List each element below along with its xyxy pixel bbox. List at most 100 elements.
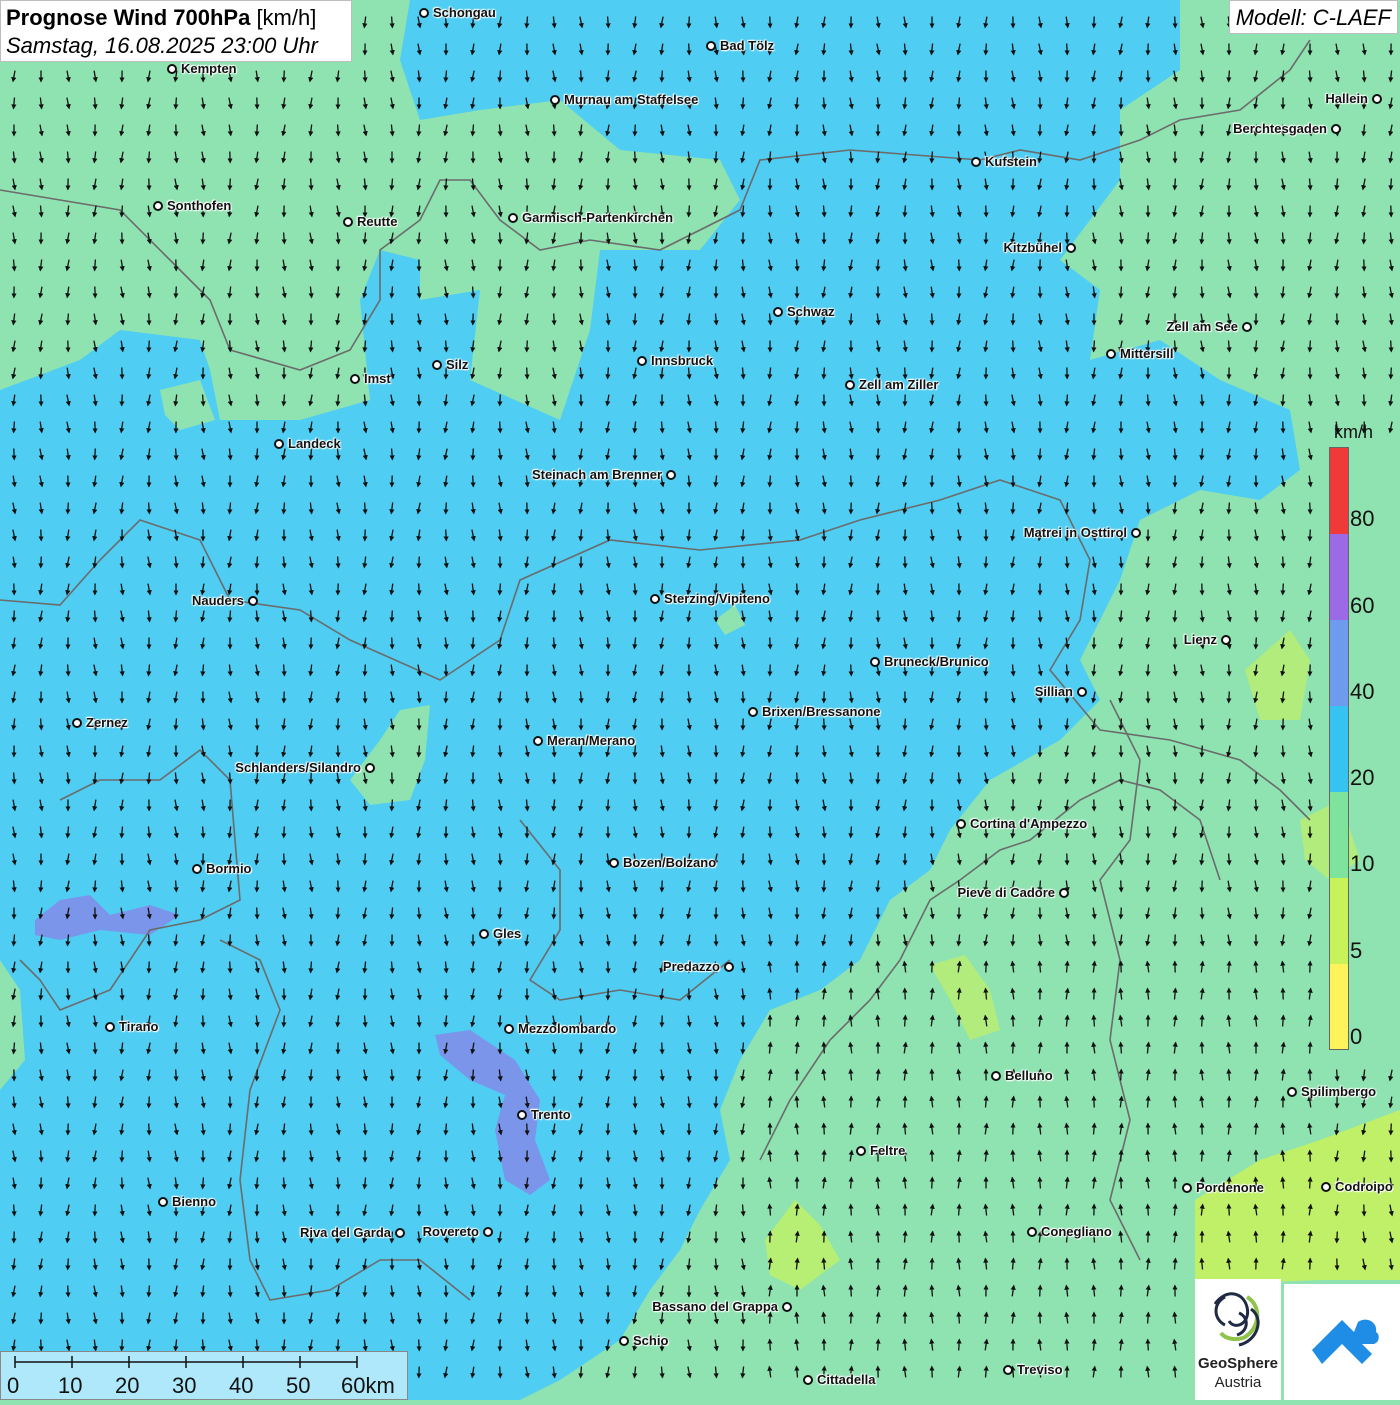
wind-arrow: [230, 1124, 231, 1135]
wind-arrow: [1148, 1205, 1149, 1216]
wind-arrow: [905, 719, 906, 730]
wind-arrow: [986, 395, 987, 406]
wind-arrow: [500, 395, 501, 406]
wind-arrow: [176, 1043, 177, 1054]
wind-arrow: [338, 746, 339, 757]
city-label: Belluno: [1005, 1068, 1053, 1083]
wind-arrow: [284, 1016, 285, 1027]
wind-arrow: [1121, 881, 1122, 892]
wind-arrow: [203, 827, 204, 838]
wind-arrow: [608, 368, 609, 379]
wind-arrow: [689, 989, 690, 1000]
wind-arrow: [392, 17, 393, 28]
legend-color-bar: [1329, 447, 1349, 1050]
legend-label-0: 0: [1350, 1026, 1362, 1048]
wind-arrow: [581, 1367, 582, 1378]
wind-arrow: [662, 1043, 663, 1054]
wind-arrow: [1202, 1016, 1203, 1027]
geosphere-name: GeoSphere: [1195, 1355, 1281, 1372]
wind-arrow: [554, 908, 555, 919]
wind-arrow: [257, 287, 258, 298]
wind-arrow: [554, 287, 555, 298]
wind-arrow: [1121, 125, 1122, 136]
city-label: Brixen/Bressanone: [762, 704, 881, 719]
wind-arrow: [1310, 692, 1311, 703]
wind-arrow: [986, 557, 987, 568]
legend-label-60: 60: [1350, 595, 1374, 617]
wind-arrow: [608, 962, 609, 973]
wind-arrow: [473, 476, 474, 487]
wind-arrow: [311, 800, 312, 811]
wind-arrow: [1391, 368, 1392, 379]
wind-arrow: [1013, 1151, 1014, 1162]
wind-arrow: [311, 179, 312, 190]
wind-arrow: [149, 1286, 150, 1297]
wind-arrow: [338, 125, 339, 136]
wind-arrow: [1202, 125, 1203, 136]
wind-arrow: [1094, 179, 1095, 190]
city-dot-icon: [1027, 1227, 1037, 1237]
wind-arrow: [608, 17, 609, 28]
geosphere-logo[interactable]: GeoSphere Austria: [1195, 1279, 1281, 1400]
wind-arrow: [662, 260, 663, 271]
city-dot-icon: [517, 1110, 527, 1120]
wind-arrow: [1175, 179, 1176, 190]
wind-arrow: [824, 1016, 825, 1027]
wind-arrow: [230, 773, 231, 784]
wind-arrow: [41, 719, 42, 730]
mountain-cloud-icon: [1284, 1284, 1400, 1400]
wind-arrow: [14, 422, 15, 433]
wind-arrow: [959, 611, 960, 622]
city-label: Zernez: [86, 715, 128, 730]
wind-arrow: [14, 611, 15, 622]
wind-arrow: [257, 1070, 258, 1081]
city-dot-icon: [419, 8, 429, 18]
city-label: Feltre: [870, 1143, 905, 1158]
legend-label-20: 20: [1350, 767, 1374, 789]
city-label: Sterzing/Vipiteno: [664, 591, 770, 606]
wind-arrow: [446, 1286, 447, 1297]
scale-label-20: 20: [115, 1373, 139, 1399]
wind-arrow: [500, 422, 501, 433]
wind-arrow: [473, 638, 474, 649]
wind-arrow: [68, 1259, 69, 1270]
wind-arrow: [95, 1043, 96, 1054]
wind-arrow: [446, 692, 447, 703]
wind-arrow: [365, 854, 366, 865]
wind-arrow: [1175, 800, 1176, 811]
city-dot-icon: [504, 1024, 514, 1034]
scale-label-10: 10: [58, 1373, 82, 1399]
wind-arrow: [68, 1097, 69, 1108]
wind-arrow: [797, 773, 798, 784]
city-label: Bormio: [206, 861, 252, 876]
wind-arrow: [905, 1016, 906, 1027]
wind-arrow: [122, 206, 123, 217]
wind-arrow: [500, 1367, 501, 1378]
city-dot-icon: [550, 95, 560, 105]
wind-arrow: [1013, 935, 1014, 946]
wind-arrow: [527, 368, 528, 379]
city-label: Pordenone: [1196, 1180, 1264, 1195]
wind-arrow: [1364, 233, 1365, 244]
wind-arrow: [1364, 395, 1365, 406]
city-dot-icon: [248, 596, 258, 606]
wind-arrow: [149, 341, 150, 352]
app-logo[interactable]: [1284, 1284, 1400, 1400]
wind-arrow: [689, 17, 690, 28]
wind-arrow: [716, 935, 717, 946]
city-dot-icon: [167, 64, 177, 74]
legend-band-80: [1330, 448, 1348, 534]
wind-arrow: [1148, 827, 1149, 838]
wind-arrow: [878, 422, 879, 433]
forecast-title: Prognose Wind 700hPa: [6, 5, 250, 30]
wind-arrow: [446, 1124, 447, 1135]
city-dot-icon: [856, 1146, 866, 1156]
wind-arrow: [1202, 746, 1203, 757]
wind-arrow: [1283, 746, 1284, 757]
city-label: Cortina d'Ampezzo: [970, 816, 1087, 831]
wind-arrow: [41, 557, 42, 568]
wind-arrow: [851, 665, 852, 676]
city-dot-icon: [845, 380, 855, 390]
wind-arrow: [635, 314, 636, 325]
geosphere-swirl-icon: [1195, 1279, 1281, 1355]
